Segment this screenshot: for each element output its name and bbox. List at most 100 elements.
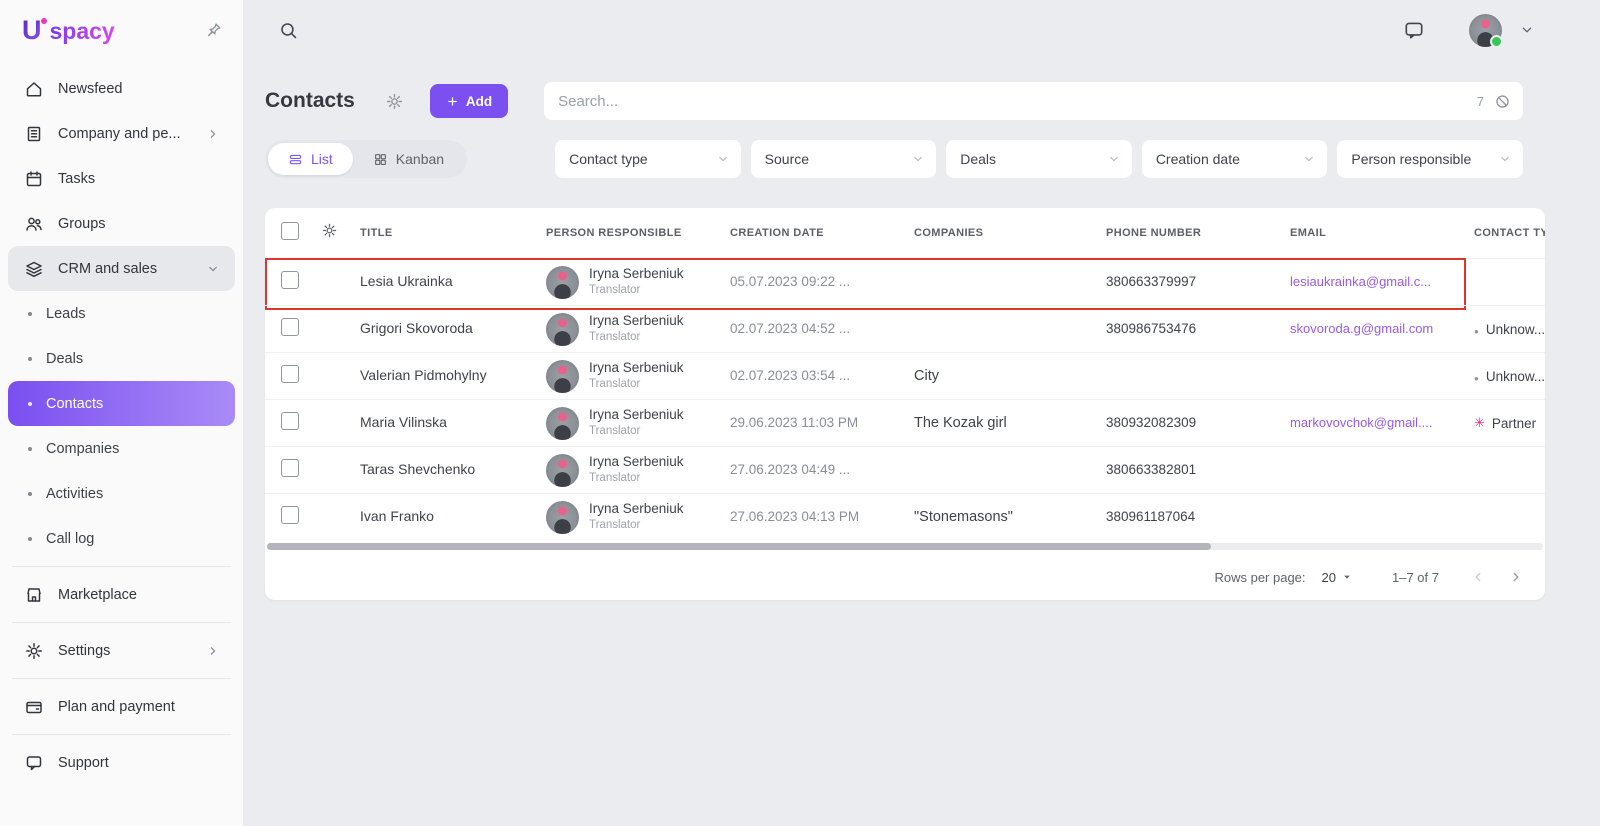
- clear-search-icon[interactable]: [1494, 93, 1511, 110]
- email-link[interactable]: skovoroda.g@gmail.com: [1290, 321, 1433, 336]
- row-checkbox[interactable]: [281, 506, 299, 524]
- row-checkbox[interactable]: [281, 318, 299, 336]
- contact-title[interactable]: Maria Vilinska: [360, 414, 447, 430]
- tab-label: List: [311, 151, 333, 167]
- contacts-page: Contacts Add 7 List Kanban: [243, 60, 1600, 600]
- creation-date: 02.07.2023 04:52 ...: [730, 321, 850, 336]
- previous-page-button[interactable]: [1469, 568, 1487, 586]
- filter-deals[interactable]: Deals: [946, 140, 1132, 178]
- sidebar-item-newsfeed[interactable]: Newsfeed: [8, 66, 235, 111]
- sidebar-item-settings[interactable]: Settings: [8, 628, 235, 673]
- select-all-checkbox[interactable]: [281, 222, 299, 240]
- user-avatar[interactable]: [1469, 14, 1502, 47]
- nav-label: Deals: [46, 351, 83, 367]
- tab-list[interactable]: List: [268, 143, 353, 175]
- uspacy-logo[interactable]: U spacy: [22, 15, 115, 46]
- person-role: Translator: [589, 377, 684, 391]
- creation-date: 27.06.2023 04:49 ...: [730, 462, 850, 477]
- person-avatar: [546, 454, 579, 487]
- column-header-title: TITLE: [347, 227, 529, 239]
- table-row[interactable]: Maria Vilinska Iryna Serbeniuk Translato…: [265, 399, 1545, 446]
- chat-icon[interactable]: [1403, 19, 1425, 41]
- person-avatar: [546, 360, 579, 393]
- row-checkbox[interactable]: [281, 271, 299, 289]
- filter-contact-type[interactable]: Contact type: [555, 140, 741, 178]
- search-input[interactable]: [558, 93, 1477, 110]
- contact-type-icon: [1474, 369, 1479, 384]
- sidebar-item-company-and-people[interactable]: Company and pe...: [8, 111, 235, 156]
- table-row[interactable]: Grigori Skovoroda Iryna Serbeniuk Transl…: [265, 305, 1545, 352]
- contact-title[interactable]: Grigori Skovoroda: [360, 320, 473, 336]
- contact-type-cell: Partner: [1474, 415, 1545, 431]
- next-page-button[interactable]: [1507, 568, 1525, 586]
- contact-type-label: Unknow...: [1486, 322, 1545, 337]
- sidebar-item-leads[interactable]: Leads: [8, 291, 235, 336]
- tab-kanban[interactable]: Kanban: [353, 143, 464, 175]
- person-role: Translator: [589, 330, 684, 344]
- filter-source[interactable]: Source: [751, 140, 937, 178]
- rows-per-page-select[interactable]: 20: [1322, 570, 1354, 585]
- row-checkbox[interactable]: [281, 412, 299, 430]
- table-settings-icon[interactable]: [321, 222, 338, 239]
- pager: [1469, 568, 1525, 586]
- scrollbar-thumb[interactable]: [267, 543, 1211, 550]
- row-checkbox[interactable]: [281, 365, 299, 383]
- sidebar-item-support[interactable]: Support: [8, 740, 235, 785]
- table-row[interactable]: Ivan Franko Iryna Serbeniuk Translator 2…: [265, 493, 1545, 540]
- rows-per-page-label: Rows per page:: [1214, 570, 1305, 585]
- horizontal-scrollbar: [265, 540, 1545, 554]
- table-row[interactable]: Valerian Pidmohylny Iryna Serbeniuk Tran…: [265, 352, 1545, 399]
- sidebar-item-contacts[interactable]: Contacts: [8, 381, 235, 426]
- newsfeed-icon: [24, 79, 44, 99]
- user-menu[interactable]: [1469, 14, 1536, 47]
- person-responsible-cell: Iryna Serbeniuk Translator: [546, 266, 713, 299]
- person-avatar: [546, 266, 579, 299]
- sidebar-item-plan-and-payment[interactable]: Plan and payment: [8, 684, 235, 729]
- sidebar-item-tasks[interactable]: Tasks: [8, 156, 235, 201]
- nav-label: Support: [58, 755, 109, 771]
- table-header: TITLE PERSON RESPONSIBLE CREATION DATE C…: [265, 208, 1545, 258]
- contact-title[interactable]: Lesia Ukrainka: [360, 273, 453, 289]
- page-settings-icon[interactable]: [385, 92, 404, 111]
- person-avatar: [546, 501, 579, 534]
- nav-label: Settings: [58, 643, 110, 659]
- add-contact-button[interactable]: Add: [430, 84, 508, 118]
- chevron-right-icon: [205, 126, 221, 142]
- person-name: Iryna Serbeniuk: [589, 407, 684, 424]
- table-row[interactable]: Lesia Ukrainka Iryna Serbeniuk Translato…: [265, 258, 1545, 305]
- filter-creation-date[interactable]: Creation date: [1142, 140, 1328, 178]
- sidebar-item-marketplace[interactable]: Marketplace: [8, 572, 235, 617]
- contact-title[interactable]: Taras Shevchenko: [360, 461, 475, 477]
- page-header: Contacts Add 7: [265, 82, 1545, 120]
- contact-type-icon: [1474, 415, 1485, 431]
- filter-label: Person responsible: [1351, 151, 1471, 167]
- chevron-down-icon: [1106, 151, 1122, 167]
- row-checkbox[interactable]: [281, 459, 299, 477]
- sidebar-item-crm-and-sales[interactable]: CRM and sales: [8, 246, 235, 291]
- sidebar-item-companies[interactable]: Companies: [8, 426, 235, 471]
- sidebar-item-activities[interactable]: Activities: [8, 471, 235, 516]
- global-search-icon[interactable]: [278, 20, 299, 41]
- column-header-creation-date: CREATION DATE: [713, 227, 897, 239]
- email-link[interactable]: lesiaukrainka@gmail.c...: [1290, 274, 1431, 289]
- logo-mark: U: [22, 15, 42, 46]
- sidebar-divider: [12, 734, 231, 735]
- nav-label: Companies: [46, 441, 119, 457]
- creation-date: 29.06.2023 11:03 PM: [730, 415, 858, 430]
- chevron-left-icon: [1469, 568, 1487, 586]
- contact-title[interactable]: Valerian Pidmohylny: [360, 367, 487, 383]
- scrollbar-track[interactable]: [267, 543, 1543, 550]
- filter-person-responsible[interactable]: Person responsible: [1337, 140, 1523, 178]
- crm-icon: [24, 259, 44, 279]
- email-link[interactable]: markovovchok@gmail....: [1290, 415, 1433, 430]
- pin-icon[interactable]: [205, 21, 223, 39]
- chevron-down-icon: [910, 151, 926, 167]
- table-row[interactable]: Taras Shevchenko Iryna Serbeniuk Transla…: [265, 446, 1545, 493]
- contact-title[interactable]: Ivan Franko: [360, 508, 434, 524]
- sidebar-item-call-log[interactable]: Call log: [8, 516, 235, 561]
- phone-number: 380961187064: [1106, 509, 1195, 524]
- sidebar-item-deals[interactable]: Deals: [8, 336, 235, 381]
- phone-number: 380663379997: [1106, 274, 1196, 289]
- person-name: Iryna Serbeniuk: [589, 266, 684, 283]
- sidebar-item-groups[interactable]: Groups: [8, 201, 235, 246]
